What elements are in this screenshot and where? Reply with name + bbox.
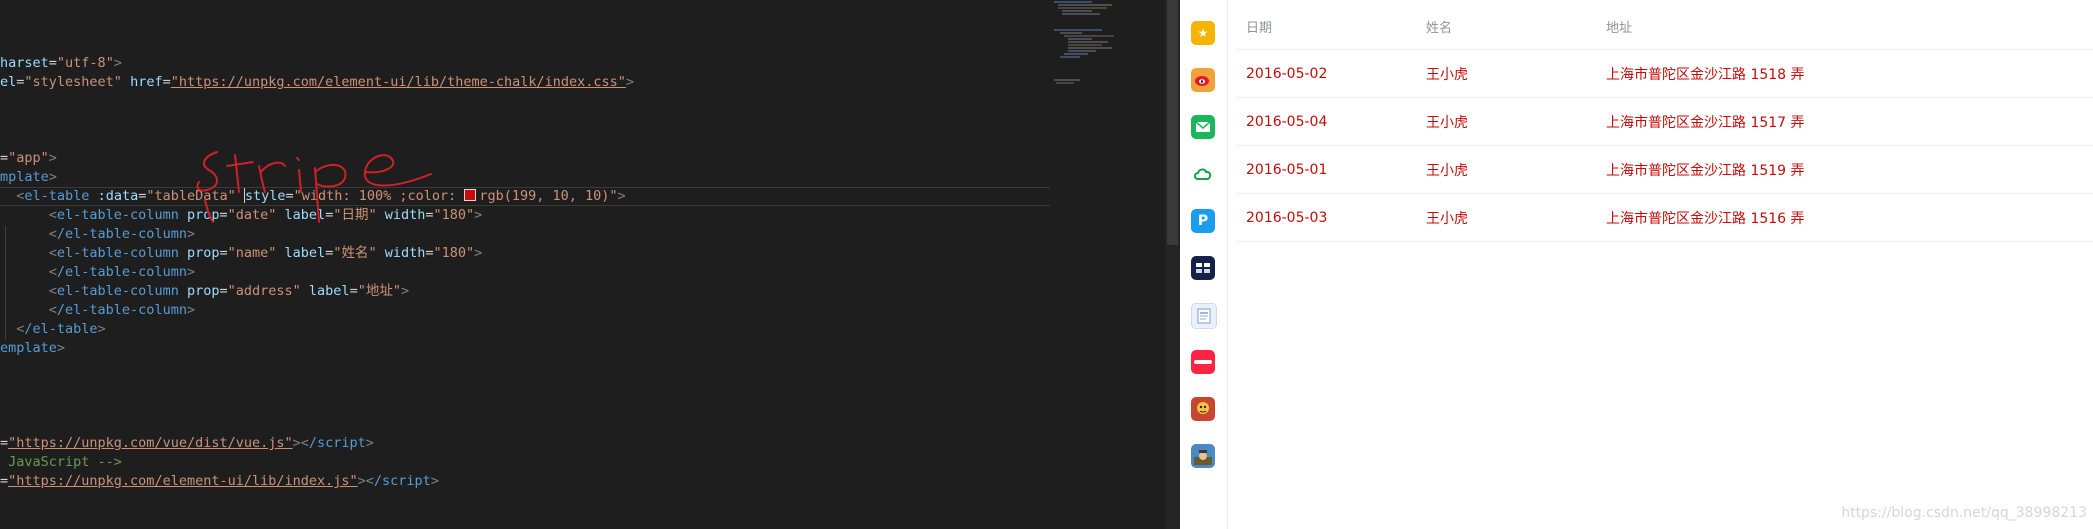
color-swatch-icon[interactable] bbox=[464, 189, 477, 201]
code-line-1: harset="utf-8"> bbox=[0, 55, 122, 71]
star-icon[interactable]: ★ bbox=[1191, 21, 1215, 45]
code-line-element-script: ="https://unpkg.com/element-ui/lib/index… bbox=[0, 473, 439, 489]
code-line-col3: <el-table-column prop="address" label="地… bbox=[0, 283, 410, 299]
cell-name: 王小虎 bbox=[1416, 49, 1596, 98]
header-name[interactable]: 姓名 bbox=[1416, 3, 1596, 50]
table-row[interactable]: 2016-05-04 王小虎 上海市普陀区金沙江路 1517 弄 bbox=[1236, 97, 2093, 146]
code-line-comment: JavaScript --> bbox=[0, 454, 122, 470]
stylesheet-url-link[interactable]: "https://unpkg.com/element-ui/lib/theme-… bbox=[171, 74, 626, 90]
cell-address: 上海市普陀区金沙江路 1516 弄 bbox=[1596, 193, 2093, 242]
el-table: 日期 姓名 地址 2016-05-02 王小虎 上海市普陀区金沙江路 1518 … bbox=[1236, 3, 2093, 242]
code-line-col1-close: </el-table-column> bbox=[0, 226, 196, 242]
code-line-2: el="stylesheet" href="https://unpkg.com/… bbox=[0, 74, 635, 90]
code-line-col3-close: </el-table-column> bbox=[0, 302, 196, 318]
cloud-icon[interactable] bbox=[1191, 162, 1215, 186]
editor-scroll-thumb[interactable] bbox=[1167, 0, 1178, 245]
code-line-template-close: emplate> bbox=[0, 340, 66, 356]
cell-date: 2016-05-03 bbox=[1236, 193, 1416, 242]
browser-sidebar: ★ P bbox=[1180, 0, 1228, 529]
indent-guide bbox=[5, 226, 6, 340]
weibo-icon[interactable] bbox=[1191, 68, 1215, 92]
code-line-app: ="app"> bbox=[0, 150, 57, 166]
code-line-col2-close: </el-table-column> bbox=[0, 264, 196, 280]
table-header-row: 日期 姓名 地址 bbox=[1236, 3, 2093, 50]
vue-script-url-link[interactable]: "https://unpkg.com/vue/dist/vue.js" bbox=[8, 435, 292, 451]
game2-icon[interactable] bbox=[1191, 444, 1215, 468]
document-icon[interactable] bbox=[1191, 303, 1217, 329]
table-row[interactable]: 2016-05-02 王小虎 上海市普陀区金沙江路 1518 弄 bbox=[1236, 49, 2093, 98]
rendered-page: 日期 姓名 地址 2016-05-02 王小虎 上海市普陀区金沙江路 1518 … bbox=[1228, 0, 2093, 529]
code-line-col2: <el-table-column prop="name" label="姓名" … bbox=[0, 245, 483, 261]
table-row[interactable]: 2016-05-01 王小虎 上海市普陀区金沙江路 1519 弄 bbox=[1236, 145, 2093, 194]
cell-name: 王小虎 bbox=[1416, 193, 1596, 242]
news-app-icon[interactable] bbox=[1191, 256, 1215, 280]
mail-icon[interactable] bbox=[1191, 115, 1215, 139]
watermark: https://blog.csdn.net/qq_38998213 bbox=[1841, 505, 2087, 521]
cell-address: 上海市普陀区金沙江路 1518 弄 bbox=[1596, 49, 2093, 98]
code-line-vue-script: ="https://unpkg.com/vue/dist/vue.js"></s… bbox=[0, 435, 374, 451]
minimap[interactable] bbox=[1052, 0, 1162, 100]
game-icon[interactable] bbox=[1191, 397, 1215, 421]
header-date[interactable]: 日期 bbox=[1236, 3, 1416, 50]
cell-date: 2016-05-04 bbox=[1236, 97, 1416, 146]
cell-name: 王小虎 bbox=[1416, 145, 1596, 194]
code-line-template: mplate> bbox=[0, 169, 57, 185]
header-address[interactable]: 地址 bbox=[1596, 3, 2093, 50]
cell-name: 王小虎 bbox=[1416, 97, 1596, 146]
cell-date: 2016-05-02 bbox=[1236, 49, 1416, 98]
xiaohongshu-icon[interactable] bbox=[1191, 350, 1215, 374]
code-line-table-close: </el-table> bbox=[0, 321, 106, 337]
table-row[interactable]: 2016-05-03 王小虎 上海市普陀区金沙江路 1516 弄 bbox=[1236, 193, 2093, 242]
code-area[interactable]: harset="utf-8"> el="stylesheet" href="ht… bbox=[0, 54, 1050, 491]
element-script-url-link[interactable]: "https://unpkg.com/element-ui/lib/index.… bbox=[8, 473, 358, 489]
code-editor[interactable]: harset="utf-8"> el="stylesheet" href="ht… bbox=[0, 0, 1165, 529]
cell-address: 上海市普陀区金沙江路 1517 弄 bbox=[1596, 97, 2093, 146]
cell-date: 2016-05-01 bbox=[1236, 145, 1416, 194]
p-app-icon[interactable]: P bbox=[1191, 209, 1215, 233]
handwritten-annotation bbox=[196, 151, 432, 223]
code-line-col1: <el-table-column prop="date" label="日期" … bbox=[0, 207, 483, 223]
code-line-el-table[interactable]: <el-table :data="tableData" style="width… bbox=[0, 187, 1050, 206]
cell-address: 上海市普陀区金沙江路 1519 弄 bbox=[1596, 145, 2093, 194]
